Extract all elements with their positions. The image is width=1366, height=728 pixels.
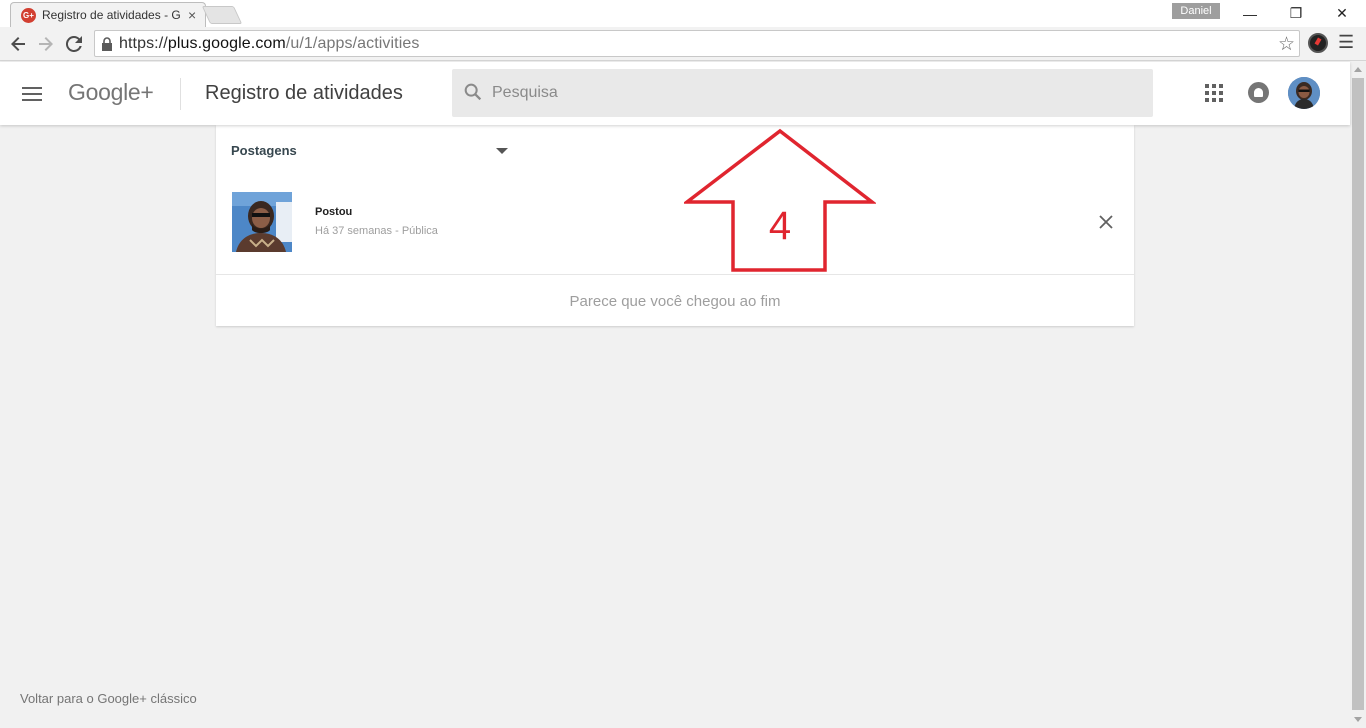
url-path: /u/1/apps/activities	[285, 34, 420, 52]
extension-icon[interactable]	[1308, 33, 1328, 53]
page-title: Registro de atividades	[205, 82, 403, 104]
browser-titlebar: G+ Registro de atividades - G × Daniel —…	[0, 0, 1366, 27]
scroll-up-arrow-icon[interactable]	[1354, 67, 1362, 72]
scrollbar-thumb[interactable]	[1352, 78, 1364, 710]
bookmark-star-icon[interactable]: ☆	[1278, 33, 1295, 56]
filter-label: Postagens	[231, 143, 297, 158]
new-tab-button[interactable]	[201, 6, 243, 24]
lock-icon	[102, 36, 112, 51]
url-scheme: https://	[119, 34, 168, 52]
chrome-menu-icon[interactable]: ☰	[1338, 32, 1354, 53]
arrow-right-icon	[39, 37, 53, 51]
page-scrollbar[interactable]	[1350, 62, 1366, 728]
browser-profile-badge[interactable]: Daniel	[1172, 3, 1220, 19]
dropdown-arrow-icon[interactable]	[496, 148, 508, 154]
card-divider	[216, 274, 1134, 275]
activity-filter-dropdown[interactable]: Postagens	[231, 142, 508, 162]
google-plus-favicon-icon: G+	[21, 7, 36, 23]
search-input[interactable]	[492, 69, 1142, 117]
end-of-list-message: Parece que você chegou ao fim	[569, 293, 781, 310]
search-icon	[464, 83, 482, 101]
header-divider	[180, 78, 181, 110]
annotation-arrow: 4	[681, 128, 878, 274]
forward-button[interactable]	[34, 32, 58, 56]
browser-toolbar: https://plus.google.com/u/1/apps/activit…	[0, 27, 1366, 61]
address-bar[interactable]: https://plus.google.com/u/1/apps/activit…	[94, 30, 1300, 57]
account-avatar[interactable]	[1288, 77, 1320, 109]
back-button[interactable]	[6, 32, 30, 56]
google-plus-logo[interactable]: Google+	[68, 79, 154, 106]
tab-close-icon[interactable]: ×	[188, 7, 196, 23]
activity-thumbnail[interactable]	[232, 192, 292, 252]
app-header: Google+ Registro de atividades	[0, 62, 1350, 125]
apps-grid-icon[interactable]	[1205, 84, 1223, 102]
activity-item[interactable]: Postou Há 37 semanas - Pública	[216, 185, 1134, 273]
browser-tab[interactable]: G+ Registro de atividades - G ×	[10, 2, 206, 27]
classic-google-plus-link[interactable]: Voltar para o Google+ clássico	[20, 691, 197, 706]
avatar-photo	[1288, 77, 1320, 109]
activity-timestamp-visibility: Há 37 semanas - Pública	[315, 225, 438, 237]
restore-button[interactable]: ❐	[1273, 0, 1319, 27]
url-text: https://plus.google.com/u/1/apps/activit…	[119, 35, 419, 53]
activity-title: Postou	[315, 206, 353, 218]
hamburger-menu-icon[interactable]	[20, 84, 44, 104]
tab-title: Registro de atividades - G	[42, 8, 181, 22]
up-arrow-annotation-icon	[681, 128, 878, 272]
activity-card: Postagens Postou Há 37 semanas - Pública…	[216, 125, 1134, 326]
close-window-button[interactable]: ✕	[1319, 0, 1365, 27]
url-host: plus.google.com	[167, 34, 286, 52]
post-photo	[232, 192, 292, 252]
reload-button[interactable]	[62, 32, 86, 56]
reload-icon	[66, 36, 82, 52]
search-bar	[452, 69, 1153, 117]
remove-activity-button[interactable]	[1096, 212, 1116, 232]
arrow-left-icon	[11, 37, 25, 51]
annotation-step-number: 4	[768, 204, 792, 248]
scroll-down-arrow-icon[interactable]	[1354, 717, 1362, 722]
minimize-button[interactable]: —	[1227, 0, 1273, 27]
notifications-bell-icon[interactable]	[1248, 82, 1269, 103]
close-icon	[1099, 215, 1113, 229]
